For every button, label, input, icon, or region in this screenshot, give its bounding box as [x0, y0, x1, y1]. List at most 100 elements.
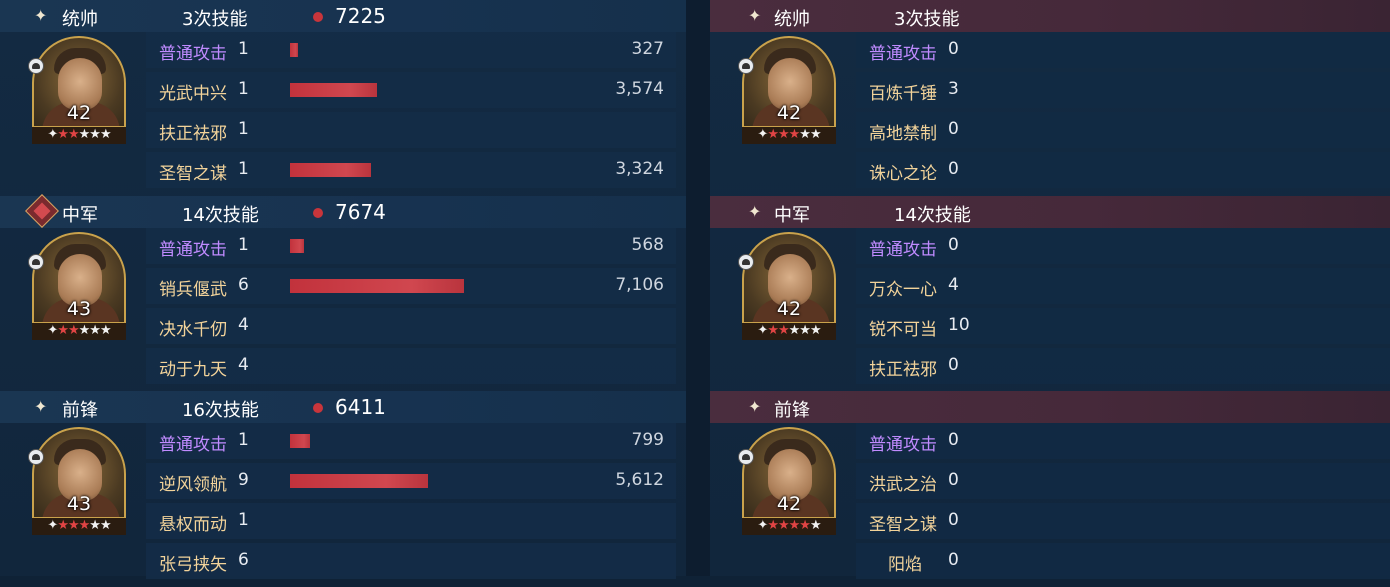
- damage-value: 5,612: [615, 470, 664, 490]
- skill-row[interactable]: 扶正祛邪 1: [146, 112, 676, 148]
- skill-cast-count: 0: [948, 430, 959, 450]
- skill-cast-count: 6: [238, 275, 249, 295]
- hero-portrait[interactable]: 42 ✦★★★★★: [28, 36, 126, 144]
- skill-row[interactable]: 逆风领航 9 5,612: [146, 463, 676, 499]
- skill-row[interactable]: 普通攻击 0: [856, 228, 1390, 264]
- skill-name: 逆风领航: [159, 475, 227, 495]
- skill-name: 阳焰: [888, 555, 922, 575]
- right-team-panel: ✦ 统帅 3次技能 42 ✦★★★★★ 普通攻击 0 百炼千锤 3 高地禁制 0 诛心之论 0 ✦ 中军 14…: [710, 0, 1390, 579]
- star-rating: ✦★★★★★: [742, 517, 836, 535]
- skill-row[interactable]: 百炼千锤 3: [856, 72, 1390, 108]
- star-icon: ★: [78, 323, 91, 338]
- helmet-badge-icon: [28, 449, 44, 465]
- skill-row[interactable]: 光武中兴 1 3,574: [146, 72, 676, 108]
- skill-cast-count: 0: [948, 510, 959, 530]
- skill-name: 普通攻击: [869, 240, 937, 260]
- star-icon: ★: [67, 127, 80, 142]
- skill-cast-count: 1: [238, 159, 249, 179]
- skill-row[interactable]: 普通攻击 1 327: [146, 32, 676, 68]
- star-rating: ✦★★★★★: [32, 126, 126, 144]
- damage-bar: [290, 83, 377, 97]
- skill-name: 光武中兴: [159, 84, 227, 104]
- skill-cast-count: 6: [238, 550, 249, 570]
- skill-row[interactable]: 高地禁制 0: [856, 112, 1390, 148]
- role-label: 统帅: [62, 9, 98, 30]
- skill-count-label: 3次技能: [894, 9, 960, 30]
- skill-row[interactable]: 万众一心 4: [856, 268, 1390, 304]
- star-icon: ★: [67, 518, 80, 533]
- skill-cast-count: 0: [948, 470, 959, 490]
- hero-portrait[interactable]: 42 ✦★★★★★: [738, 232, 836, 340]
- skill-row[interactable]: 销兵偃武 6 7,106: [146, 268, 676, 304]
- skill-rows: 普通攻击 0 洪武之治 0 圣智之谋 0 阳焰 0: [856, 423, 1390, 583]
- section-header: 中军 14次技能 7674: [0, 194, 686, 228]
- skill-count-label: 16次技能: [182, 400, 259, 421]
- damage-value: 568: [631, 235, 664, 255]
- damage-value: 3,574: [615, 79, 664, 99]
- section-header: ✦ 前锋: [710, 391, 1390, 423]
- star-lead-icon: ✦: [47, 127, 58, 142]
- skill-row[interactable]: 诛心之论 0: [856, 152, 1390, 188]
- skill-row[interactable]: 普通攻击 0: [856, 32, 1390, 68]
- skill-row[interactable]: 普通攻击 1 799: [146, 423, 676, 459]
- skill-cast-count: 4: [238, 355, 249, 375]
- skill-name: 普通攻击: [159, 240, 227, 260]
- damage-bar: [290, 43, 298, 57]
- skill-cast-count: 1: [238, 79, 249, 99]
- star-lead-icon: ✦: [47, 323, 58, 338]
- star-icon: ★: [57, 323, 69, 338]
- role-label: 前锋: [774, 400, 810, 421]
- power-value: 6411: [335, 395, 386, 419]
- skill-row[interactable]: 动于九天 4: [146, 348, 676, 384]
- skill-rows: 普通攻击 0 万众一心 4 锐不可当 10 扶正祛邪 0: [856, 228, 1390, 388]
- skill-row[interactable]: 洪武之治 0: [856, 463, 1390, 499]
- hero-portrait[interactable]: 42 ✦★★★★★: [738, 36, 836, 144]
- sparkle-icon: ✦: [748, 202, 762, 221]
- star-rating: ✦★★★★★: [742, 322, 836, 340]
- skill-row[interactable]: 圣智之谋 1 3,324: [146, 152, 676, 188]
- hero-portrait[interactable]: 43 ✦★★★★★: [28, 427, 126, 535]
- skill-name: 扶正祛邪: [869, 360, 937, 380]
- star-lead-icon: ✦: [757, 323, 768, 338]
- section-header: ✦ 统帅 3次技能 7225: [0, 0, 686, 32]
- section-header: ✦ 中军 14次技能: [710, 196, 1390, 228]
- skill-cast-count: 1: [238, 235, 249, 255]
- skill-row[interactable]: 锐不可当 10: [856, 308, 1390, 344]
- hero-portrait[interactable]: 43 ✦★★★★★: [28, 232, 126, 340]
- hero-portrait[interactable]: 42 ✦★★★★★: [738, 427, 836, 535]
- hero-level: 43: [66, 493, 92, 515]
- skill-count-label: 3次技能: [182, 9, 248, 30]
- power-value: 7674: [335, 200, 386, 224]
- star-icon: ★: [777, 127, 790, 142]
- skill-row[interactable]: 普通攻击 0: [856, 423, 1390, 459]
- skill-row[interactable]: 悬权而动 1: [146, 503, 676, 539]
- helmet-badge-icon: [28, 254, 44, 270]
- star-icon: ★: [788, 127, 801, 142]
- skill-row[interactable]: 圣智之谋 0: [856, 503, 1390, 539]
- damage-bar: [290, 279, 464, 293]
- power-dot-icon: [313, 403, 323, 413]
- skill-rows: 普通攻击 1 799 逆风领航 9 5,612 悬权而动 1 张弓挟矢 6: [146, 423, 676, 583]
- star-icon: ★: [767, 127, 779, 142]
- helmet-badge-icon: [738, 254, 754, 270]
- skill-row[interactable]: 决水千仞 4: [146, 308, 676, 344]
- star-rating: ✦★★★★★: [32, 322, 126, 340]
- skill-name: 锐不可当: [869, 320, 937, 340]
- skill-rows: 普通攻击 1 327 光武中兴 1 3,574 扶正祛邪 1 圣智之谋 1 3,324: [146, 32, 676, 192]
- star-icon: ★: [89, 518, 101, 533]
- star-rating: ✦★★★★★: [32, 517, 126, 535]
- section-header: ✦ 前锋 16次技能 6411: [0, 391, 686, 423]
- star-lead-icon: ✦: [757, 127, 768, 142]
- skill-row[interactable]: 普通攻击 1 568: [146, 228, 676, 264]
- skill-name: 高地禁制: [869, 124, 937, 144]
- star-rating: ✦★★★★★: [742, 126, 836, 144]
- skill-row[interactable]: 张弓挟矢 6: [146, 543, 676, 579]
- left-section-2: ✦ 前锋 16次技能 6411 43 ✦★★★★★ 普通攻击 1 799 逆风领航 9 5,612 悬权…: [0, 391, 686, 587]
- skill-name: 圣智之谋: [869, 515, 937, 535]
- star-icon: ★: [809, 323, 822, 338]
- star-icon: ★: [89, 323, 101, 338]
- skill-row[interactable]: 阳焰 0: [856, 543, 1390, 579]
- star-icon: ★: [99, 127, 112, 142]
- role-label: 统帅: [774, 9, 810, 30]
- skill-row[interactable]: 扶正祛邪 0: [856, 348, 1390, 384]
